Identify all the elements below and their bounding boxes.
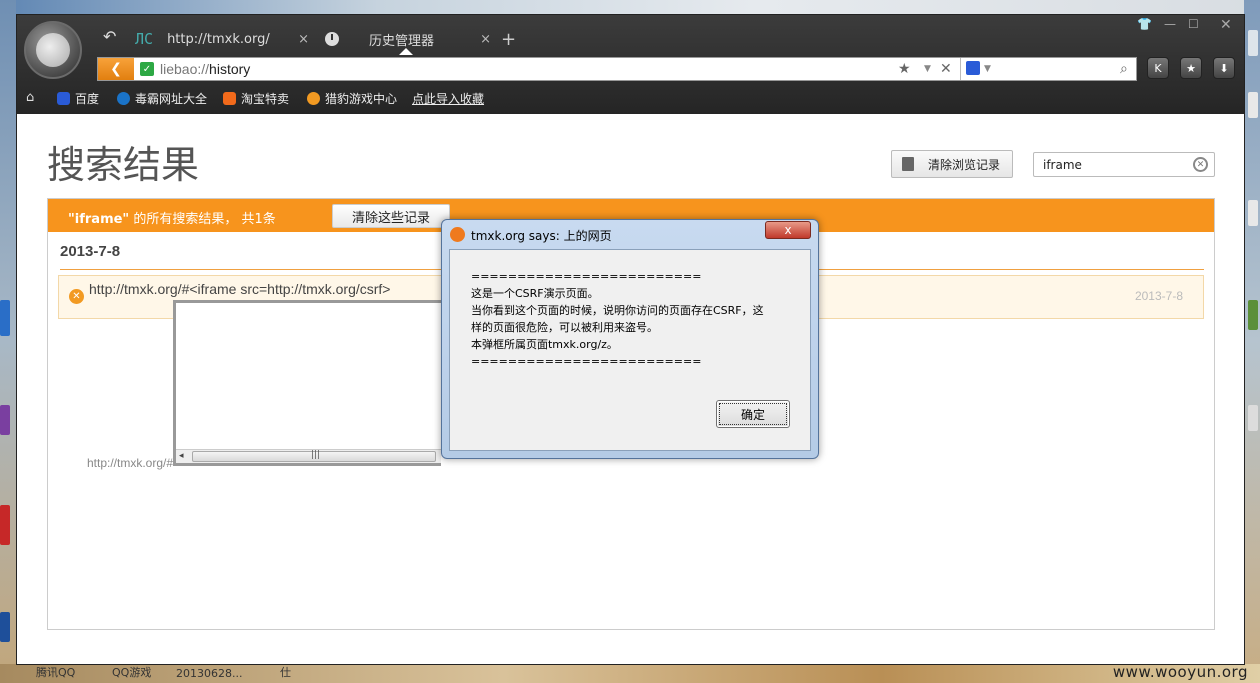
desktop-app-icon[interactable] [0,300,10,336]
download-icon[interactable]: ⬇ [1213,57,1235,79]
k-account-icon[interactable]: K [1147,57,1169,79]
search-engine-icon[interactable] [966,61,980,75]
message-line: ========================= [471,355,702,368]
clock-icon [325,32,339,46]
desktop-app-icon[interactable] [1248,405,1258,431]
close-tab-icon[interactable]: × [480,32,491,47]
browser-icon [450,227,465,242]
desktop-app-icon[interactable] [0,505,10,545]
history-search-input[interactable]: iframe ✕ [1033,152,1215,177]
back-button[interactable]: ❮ [98,58,134,80]
message-line: ========================= [471,270,702,283]
tab-tmxk[interactable]: ЛC http://tmxk.org/ × [135,25,313,53]
alert-dialog: tmxk.org says: 上的网页 x ==================… [441,219,819,459]
injected-iframe[interactable]: ◂ ||| [173,300,441,466]
iframe-caption: http://tmxk.org/# [87,456,174,470]
skin-icon[interactable]: 👕 [1137,17,1152,31]
tab-label: http://tmxk.org/ [167,31,270,47]
desktop-left-strip [0,0,16,683]
desktop-right-strip [1244,0,1260,683]
baidu-icon [57,91,70,105]
desktop-app-icon[interactable] [1248,300,1258,330]
new-tab-button[interactable]: + [501,29,516,50]
minimize-icon[interactable]: — [1164,17,1176,31]
browser-chrome: ↶ ЛC http://tmxk.org/ × 历史管理器 × + 👕 — ☐ … [17,15,1244,114]
bookmark-star-icon[interactable]: ★ [898,61,911,77]
taskbar-item[interactable]: 20130628... [176,667,242,680]
taskbar: 腾讯QQ QQ游戏 20130628... 仕 [0,664,1260,683]
taobao-icon [223,91,236,105]
ok-button[interactable]: 确定 [716,400,790,428]
scroll-thumb[interactable]: ||| [192,450,436,462]
message-line: 本弹框所属页面tmxk.org/z。 [471,338,618,351]
search-icon[interactable]: ⌕ [1120,61,1128,77]
scroll-left-icon[interactable]: ◂ [179,451,184,461]
undo-close-tab-icon[interactable]: ↶ [103,27,116,46]
duba-icon [117,91,130,105]
taskbar-item[interactable]: 仕 [280,664,291,680]
dialog-close-button[interactable]: x [765,221,811,239]
trash-icon [902,157,914,171]
tab-history[interactable]: 历史管理器 × [317,25,495,55]
delete-entry-icon[interactable]: ✕ [69,289,84,304]
url-text[interactable]: liebao://history [160,61,250,77]
bookmark-baidu[interactable]: 百度 [57,89,99,107]
message-line: 样的页面很危险，可以被利用来盗号。 [471,321,658,334]
results-summary: "iframe" 的所有搜索结果， 共1条 [68,212,276,227]
chevron-down-icon[interactable]: ▼ [924,64,931,74]
dialog-title: tmxk.org says: 上的网页 [471,229,612,243]
page-title: 搜索结果 [47,143,200,187]
chevron-down-icon[interactable]: ▼ [984,64,991,74]
history-entry-link[interactable]: http://tmxk.org/#<iframe src=http://tmxk… [89,281,391,297]
desktop-app-icon[interactable] [1248,30,1258,56]
desktop-app-icon[interactable] [0,405,10,435]
horizontal-scrollbar[interactable]: ◂ ||| [176,449,441,463]
message-line: 这是一个CSRF演示页面。 [471,287,599,300]
close-tab-icon[interactable]: × [298,32,309,47]
stop-icon[interactable]: ✕ [940,61,952,77]
clear-history-button[interactable]: 清除浏览记录 [891,150,1013,178]
address-bar[interactable]: ❮ ✓ liebao://history ★ ▼ ✕ ▼ ⌕ [97,57,1137,81]
bookmark-games[interactable]: 猎豹游戏中心 [307,89,397,107]
import-bookmarks-link[interactable]: 点此导入收藏 [412,89,484,107]
dialog-body: ========================= 这是一个CSRF演示页面。 … [449,249,811,451]
liebao-logo-icon[interactable] [24,21,82,79]
desktop-app-icon[interactable] [1248,200,1258,226]
secure-check-icon: ✓ [140,62,154,76]
games-icon [307,91,320,105]
close-window-icon[interactable]: ✕ [1220,17,1232,33]
maximize-icon[interactable]: ☐ [1188,17,1199,31]
taskbar-item[interactable]: QQ游戏 [112,664,151,680]
watermark: www.wooyun.org [1112,663,1248,681]
message-line: 当你看到这个页面的时候，说明你访问的页面存在CSRF，这 [471,304,764,317]
bookmark-taobao[interactable]: 淘宝特卖 [223,89,289,107]
bookmark-duba[interactable]: 毒霸网址大全 [117,89,207,107]
history-entry-date: 2013-7-8 [1134,289,1183,303]
site-favicon-icon: ЛC [135,30,154,48]
home-icon[interactable]: ⌂ [26,90,34,105]
clear-search-icon[interactable]: ✕ [1193,157,1208,172]
desktop-top-strip [0,0,1260,14]
date-header: 2013-7-8 [60,243,121,260]
desktop-app-icon[interactable] [0,612,10,642]
clear-these-records-button[interactable]: 清除这些记录 [332,204,450,228]
taskbar-item[interactable]: 腾讯QQ [36,664,75,680]
desktop-app-icon[interactable] [1248,92,1258,118]
dialog-message: ========================= 这是一个CSRF演示页面。 … [471,268,801,370]
tab-label: 历史管理器 [369,33,435,49]
favorites-star-icon[interactable]: ★ [1180,57,1202,79]
